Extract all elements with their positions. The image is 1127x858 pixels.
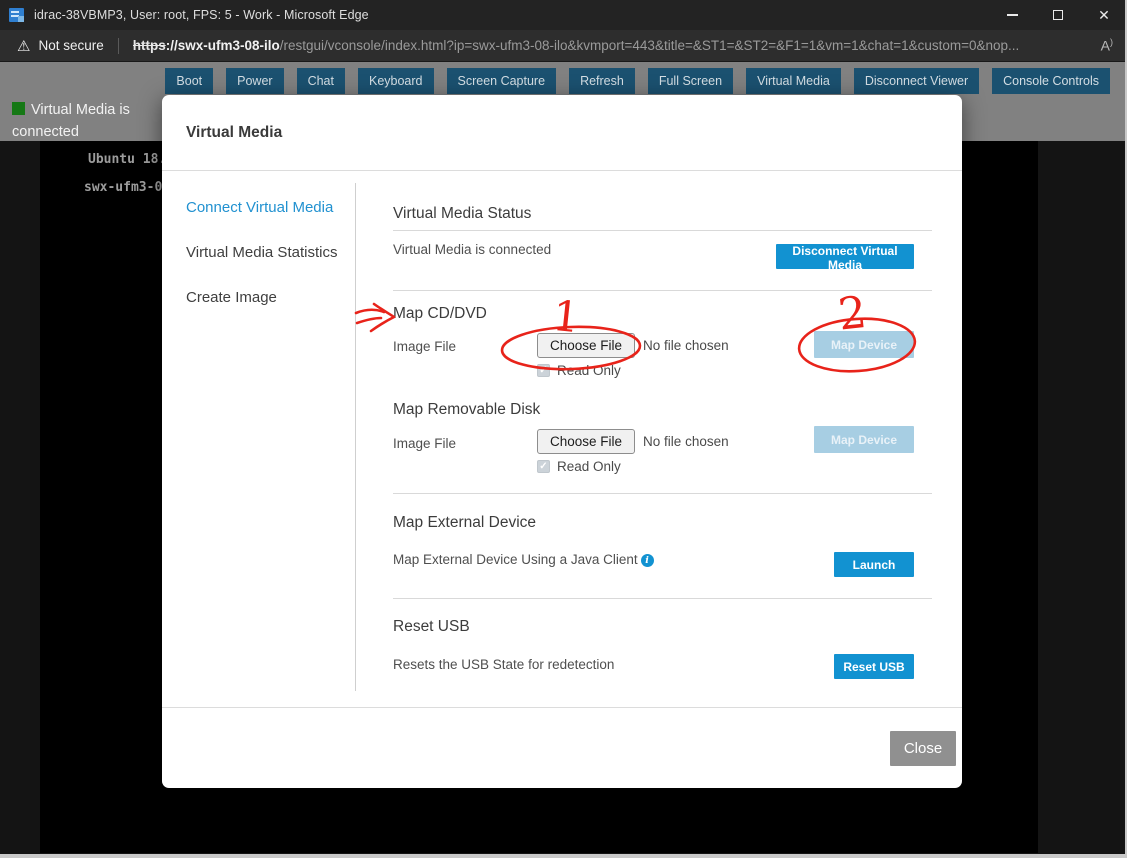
launch-button[interactable]: Launch (834, 552, 914, 577)
reset-usb-heading: Reset USB (393, 618, 470, 636)
footer-divider (162, 707, 962, 708)
cd-image-file-label: Image File (393, 339, 456, 354)
sidebar-item-virtual-media-statistics[interactable]: Virtual Media Statistics (186, 244, 337, 261)
reset-usb-button[interactable]: Reset USB (834, 654, 914, 679)
removable-read-only-label: Read Only (557, 459, 621, 474)
not-secure-label[interactable]: Not secure (38, 38, 103, 53)
maximize-icon (1053, 10, 1063, 20)
close-icon: ✕ (1098, 8, 1110, 22)
map-external-device-heading: Map External Device (393, 514, 536, 532)
section-divider (393, 493, 932, 494)
section-divider (393, 230, 932, 231)
status-indicator-icon (12, 102, 25, 115)
boot-button[interactable]: Boot (165, 68, 213, 94)
power-button[interactable]: Power (226, 68, 283, 94)
minimize-button[interactable] (989, 0, 1035, 30)
map-cd-dvd-heading: Map CD/DVD (393, 305, 487, 323)
virtual-media-status-heading: Virtual Media Status (393, 205, 531, 223)
dialog-title: Virtual Media (186, 124, 282, 142)
section-divider (393, 290, 932, 291)
info-icon[interactable]: i (641, 554, 654, 567)
address-divider (118, 38, 119, 54)
window-bottom-edge (0, 854, 1127, 858)
url-scheme: https (133, 38, 166, 53)
warning-icon[interactable]: ⚠ (17, 37, 30, 55)
removable-map-device-button[interactable]: Map Device (814, 426, 914, 453)
screen-capture-button[interactable]: Screen Capture (447, 68, 557, 94)
url-text[interactable]: https://swx-ufm3-08-ilo/restgui/vconsole… (133, 38, 1020, 53)
disconnect-virtual-media-button[interactable]: Disconnect Virtual Media (776, 244, 914, 269)
maximize-button[interactable] (1035, 0, 1081, 30)
reset-usb-description: Resets the USB State for redetection (393, 657, 614, 672)
removable-read-only-checkbox[interactable]: ✓ (537, 460, 550, 473)
virtual-media-button[interactable]: Virtual Media (746, 68, 841, 94)
console-controls-button[interactable]: Console Controls (992, 68, 1110, 94)
sidebar-item-connect-virtual-media[interactable]: Connect Virtual Media (186, 199, 333, 216)
page-favicon-icon (9, 8, 24, 22)
full-screen-button[interactable]: Full Screen (648, 68, 733, 94)
close-window-button[interactable]: ✕ (1081, 0, 1127, 30)
vm-connected-text: Virtual Media is connected (12, 102, 130, 140)
removable-image-file-label: Image File (393, 436, 456, 451)
console-text-line: swx-ufm3-0 (84, 180, 162, 195)
disconnect-viewer-button[interactable]: Disconnect Viewer (854, 68, 979, 94)
close-dialog-button[interactable]: Close (890, 731, 956, 766)
keyboard-button[interactable]: Keyboard (358, 68, 434, 94)
sidebar-divider (355, 183, 356, 691)
url-host: ://swx-ufm3-08-ilo (166, 38, 280, 53)
window-title: idrac-38VBMP3, User: root, FPS: 5 - Work… (34, 8, 369, 22)
cd-no-file-text: No file chosen (643, 338, 729, 353)
cd-choose-file-button[interactable]: Choose File (537, 333, 635, 358)
java-client-text: Map External Device Using a Java Clienti (393, 552, 654, 567)
vm-connected-status: Virtual Media is connected (12, 99, 164, 143)
removable-no-file-text: No file chosen (643, 434, 729, 449)
window-titlebar: idrac-38VBMP3, User: root, FPS: 5 - Work… (0, 0, 1127, 30)
java-client-description: Map External Device Using a Java Client (393, 552, 638, 567)
vm-status-text: Virtual Media is connected (393, 242, 551, 257)
cd-read-only-checkbox[interactable]: ✓ (537, 364, 550, 377)
minimize-icon (1007, 14, 1018, 16)
sidebar-item-create-image[interactable]: Create Image (186, 289, 277, 306)
section-divider (393, 598, 932, 599)
refresh-button[interactable]: Refresh (569, 68, 635, 94)
read-aloud-icon[interactable]: A) (1101, 37, 1113, 54)
removable-choose-file-button[interactable]: Choose File (537, 429, 635, 454)
map-removable-disk-heading: Map Removable Disk (393, 401, 540, 419)
address-bar[interactable]: ⚠ Not secure https://swx-ufm3-08-ilo/res… (0, 30, 1127, 62)
chat-button[interactable]: Chat (297, 68, 345, 94)
virtual-media-dialog: Virtual Media Connect Virtual Media Virt… (162, 95, 962, 788)
url-path: /restgui/vconsole/index.html?ip=swx-ufm3… (280, 38, 1020, 53)
cd-map-device-button[interactable]: Map Device (814, 331, 914, 358)
cd-read-only-label: Read Only (557, 363, 621, 378)
